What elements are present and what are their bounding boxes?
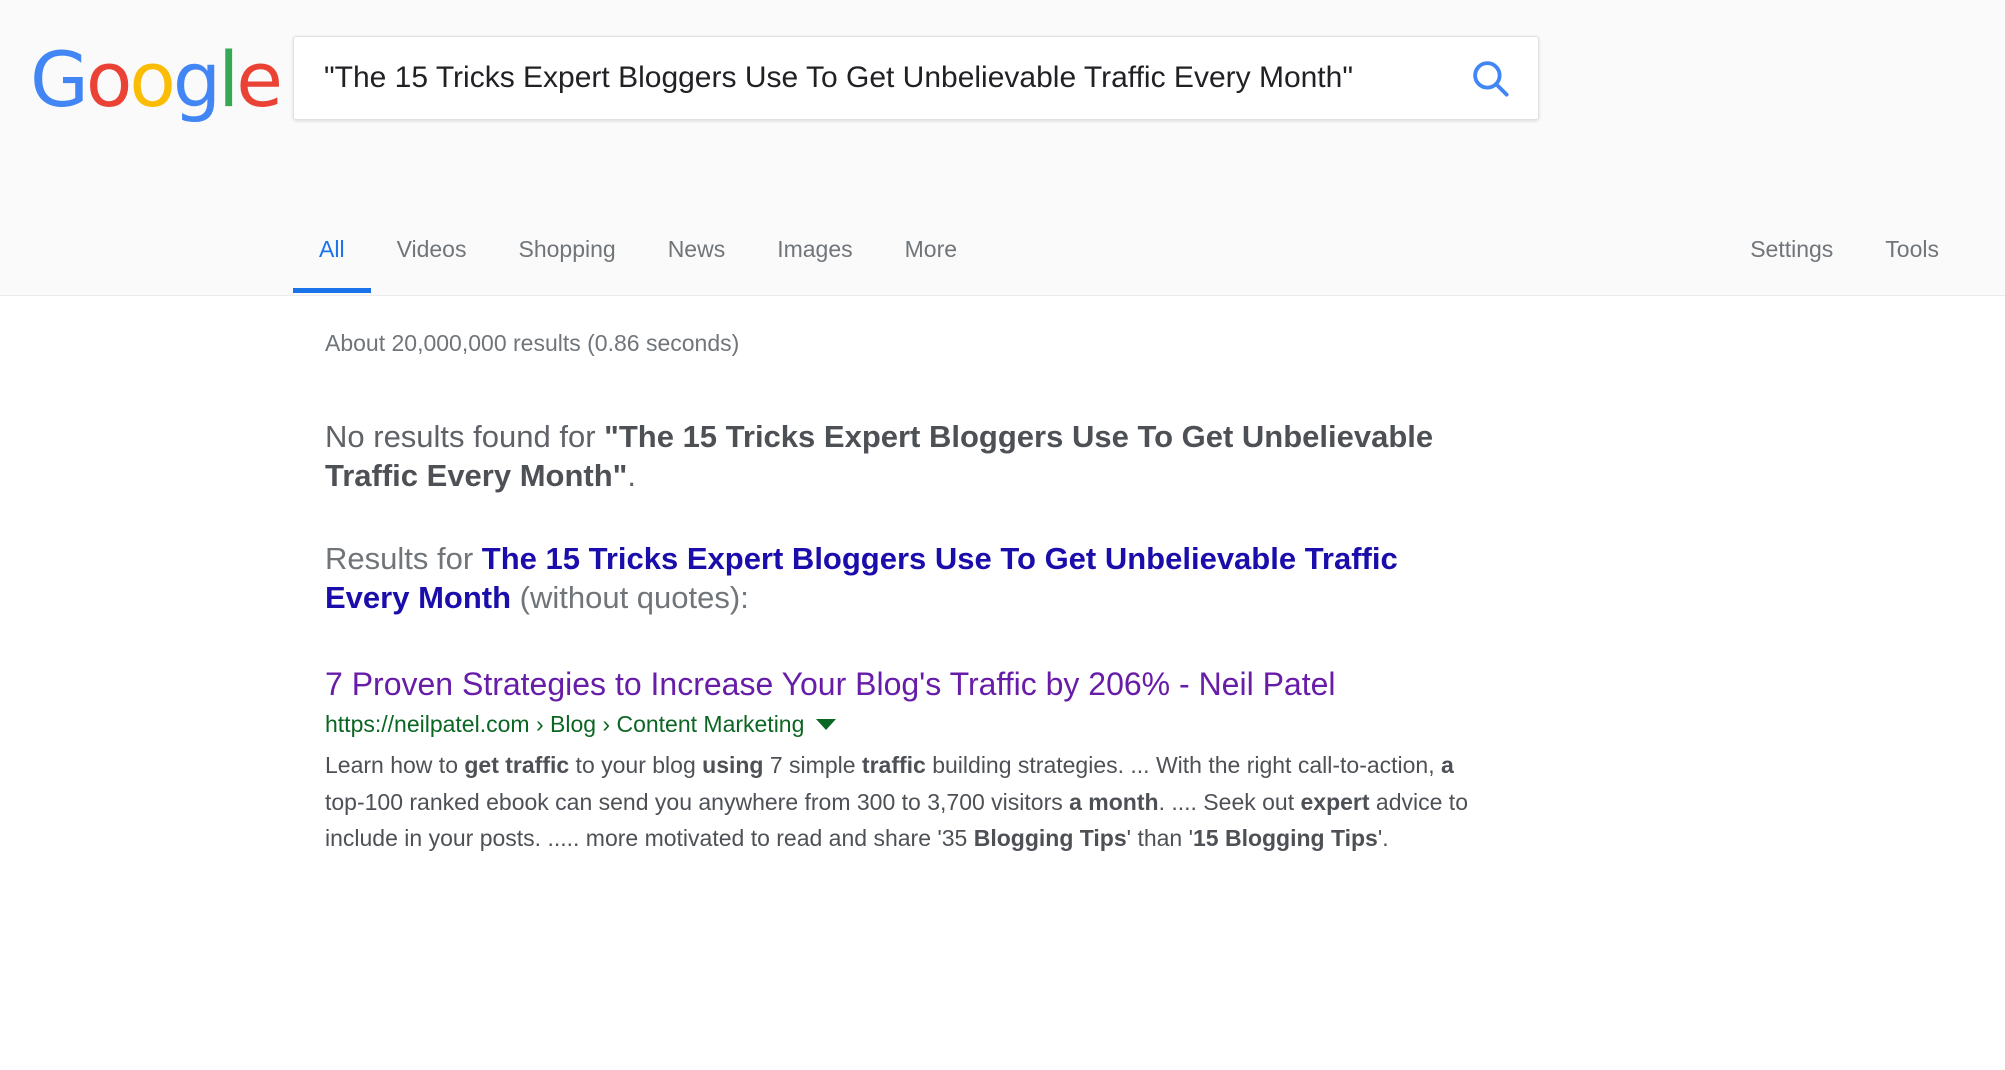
nav-left-group: All Videos Shopping News Images More bbox=[293, 221, 983, 293]
snippet-text: to your blog bbox=[569, 752, 703, 779]
snippet-text: '. bbox=[1377, 824, 1389, 851]
tab-videos[interactable]: Videos bbox=[371, 221, 493, 293]
results-for-query-link[interactable]: The 15 Tricks Expert Bloggers Use To Get… bbox=[325, 541, 1398, 615]
logo-letter-o1: o bbox=[85, 35, 132, 124]
google-logo[interactable]: Google bbox=[30, 42, 283, 118]
results-for-suffix: (without quotes): bbox=[511, 580, 749, 616]
result-title-link[interactable]: 7 Proven Strategies to Increase Your Blo… bbox=[325, 665, 1485, 703]
tools-button[interactable]: Tools bbox=[1859, 221, 1965, 293]
snippet-bold-term: using bbox=[702, 752, 764, 779]
logo-letter-g2: g bbox=[172, 35, 221, 124]
no-results-notice: No results found for "The 15 Tricks Expe… bbox=[325, 417, 1525, 495]
no-results-text: No results found for "The 15 Tricks Expe… bbox=[325, 417, 1525, 495]
search-icon bbox=[1469, 57, 1511, 99]
snippet-text: top-100 ranked ebook can send you anywhe… bbox=[325, 788, 1070, 815]
snippet-bold-term: traffic bbox=[861, 752, 926, 779]
snippet-text: ' than ' bbox=[1126, 824, 1193, 851]
search-results-area: About 20,000,000 results (0.86 seconds) … bbox=[0, 296, 2005, 856]
search-nav: All Videos Shopping News Images More Set… bbox=[0, 221, 2005, 295]
snippet-bold-term: a bbox=[1441, 752, 1454, 779]
results-for-prefix: Results for bbox=[325, 541, 482, 577]
logo-letter-e: e bbox=[236, 35, 283, 124]
snippet-text: building strategies. ... With the right … bbox=[925, 752, 1442, 779]
snippet-bold-term: Blogging Tips bbox=[973, 824, 1127, 851]
nav-right-group: Settings Tools bbox=[1724, 221, 1965, 293]
tab-images[interactable]: Images bbox=[751, 221, 878, 293]
tab-more[interactable]: More bbox=[879, 221, 983, 293]
result-url-row: https://neilpatel.com › Blog › Content M… bbox=[325, 711, 1485, 739]
logo-letter-o2: o bbox=[129, 35, 175, 124]
search-bar[interactable] bbox=[293, 36, 1539, 120]
results-for-notice: Results for The 15 Tricks Expert Blogger… bbox=[325, 539, 1465, 617]
tab-all[interactable]: All bbox=[293, 221, 371, 293]
settings-button[interactable]: Settings bbox=[1724, 221, 1859, 293]
search-header: Google All Videos Shopping News Images M… bbox=[0, 0, 2005, 296]
search-button[interactable] bbox=[1442, 37, 1538, 119]
snippet-text: Learn how to bbox=[325, 752, 465, 779]
result-stats: About 20,000,000 results (0.86 seconds) bbox=[325, 330, 740, 356]
snippet-text: . .... Seek out bbox=[1158, 788, 1301, 815]
result-url[interactable]: https://neilpatel.com › Blog › Content M… bbox=[325, 711, 804, 739]
snippet-bold-term: a month bbox=[1069, 788, 1159, 815]
no-results-suffix: . bbox=[627, 458, 636, 494]
tab-shopping[interactable]: Shopping bbox=[492, 221, 641, 293]
snippet-bold-term: 15 Blogging Tips bbox=[1192, 824, 1378, 851]
no-results-prefix: No results found for bbox=[325, 419, 605, 454]
snippet-bold-term: expert bbox=[1300, 788, 1370, 815]
logo-letter-l: l bbox=[218, 35, 239, 124]
tab-news[interactable]: News bbox=[642, 221, 752, 293]
results-for-text: Results for The 15 Tricks Expert Blogger… bbox=[325, 539, 1465, 617]
search-input[interactable] bbox=[294, 56, 1442, 100]
logo-letter-g: G bbox=[30, 35, 89, 124]
snippet-text: 7 simple bbox=[763, 752, 862, 779]
chevron-down-icon[interactable] bbox=[816, 718, 837, 730]
result-snippet: Learn how to get traffic to your blog us… bbox=[325, 747, 1485, 856]
snippet-bold-term: get traffic bbox=[464, 752, 570, 779]
search-result-item: 7 Proven Strategies to Increase Your Blo… bbox=[325, 665, 1485, 856]
